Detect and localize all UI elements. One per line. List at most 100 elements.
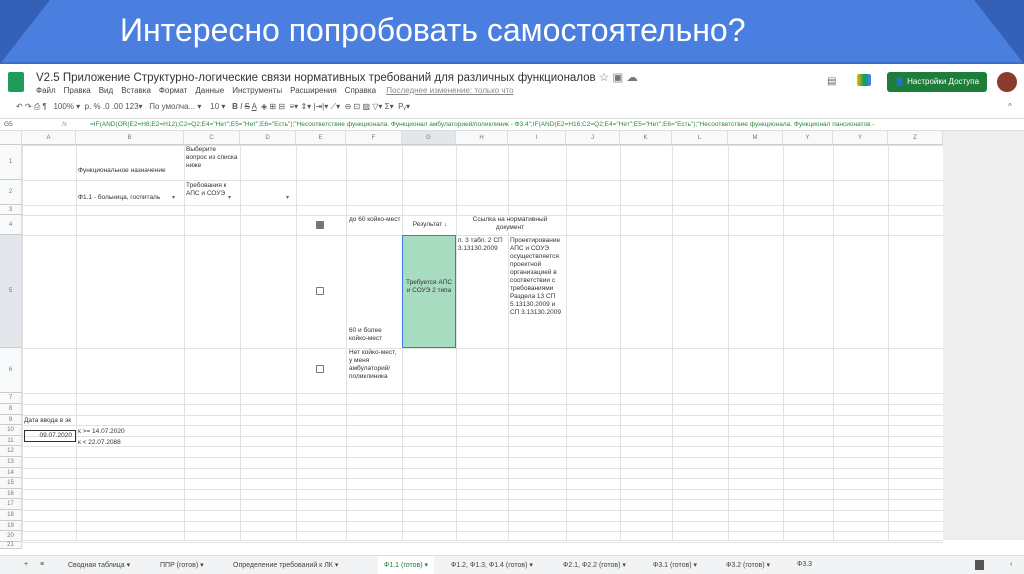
- column-header[interactable]: A: [22, 131, 76, 145]
- row-header[interactable]: 11: [0, 435, 22, 447]
- column-header[interactable]: Y: [833, 131, 888, 145]
- decrease-decimal-button[interactable]: .0: [103, 102, 110, 111]
- row-header[interactable]: 13: [0, 457, 22, 468]
- percent-button[interactable]: %: [94, 102, 101, 111]
- menu-format[interactable]: Формат: [159, 86, 187, 95]
- rotate-icon[interactable]: ⟋▾: [331, 102, 341, 111]
- add-sheet-icon[interactable]: +: [24, 561, 28, 568]
- sheet-tab[interactable]: Ф3.3: [797, 561, 812, 568]
- row-header[interactable]: 15: [0, 478, 22, 489]
- link-icon[interactable]: ⊖: [345, 102, 352, 111]
- last-edit-link[interactable]: Последнее изменение: только что: [386, 86, 513, 95]
- sheet-tab[interactable]: Определение требований к ЛК ▾: [233, 561, 338, 569]
- row-header[interactable]: 8: [0, 404, 22, 415]
- column-header[interactable]: K: [620, 131, 672, 145]
- all-sheets-icon[interactable]: ≡: [40, 561, 44, 568]
- row-header[interactable]: 19: [0, 520, 22, 532]
- undo-icon[interactable]: ↶: [16, 102, 23, 111]
- row-header[interactable]: 14: [0, 467, 22, 479]
- column-header[interactable]: C: [184, 131, 240, 145]
- wrap-icon[interactable]: |⇥|▾: [313, 102, 328, 111]
- column-header[interactable]: D: [240, 131, 296, 145]
- column-header[interactable]: L: [672, 131, 728, 145]
- print-icon[interactable]: ⎙: [34, 102, 40, 111]
- sheet-tab[interactable]: Ф3.2 (готов) ▾: [726, 561, 770, 569]
- borders-icon[interactable]: ⊞: [269, 102, 276, 111]
- row-header[interactable]: 1: [0, 145, 22, 180]
- menu-extensions[interactable]: Расширения: [290, 86, 337, 95]
- formula-bar[interactable]: G5 fx =IF(AND(OR(E2=H8;E2=H12);C2=Q2;E4=…: [0, 118, 1024, 131]
- sheet-tab[interactable]: Ф1.1 (готов) ▾: [378, 556, 435, 574]
- comments-icon[interactable]: ▤: [827, 76, 836, 87]
- menu-data[interactable]: Данные: [195, 86, 224, 95]
- checkbox[interactable]: [316, 365, 324, 373]
- avatar[interactable]: [997, 72, 1017, 92]
- row-header[interactable]: 2: [0, 180, 22, 205]
- column-header[interactable]: J: [566, 131, 620, 145]
- column-header[interactable]: E: [296, 131, 346, 145]
- menu-insert[interactable]: Вставка: [121, 86, 151, 95]
- column-header[interactable]: M: [728, 131, 783, 145]
- row-header[interactable]: 4: [0, 215, 22, 235]
- side-panel-icon[interactable]: ‹: [1010, 561, 1012, 568]
- comment-icon[interactable]: ⊡: [354, 102, 361, 111]
- sheet-tab[interactable]: ППР (готов) ▾: [160, 561, 204, 569]
- spreadsheet-grid[interactable]: A B C D E F G H I J K L M Y Y Z 1 2 3 4 5 6 7 8 9 10 11 12 13 14 15 16 1…: [0, 131, 944, 549]
- name-box[interactable]: G5: [4, 119, 13, 130]
- column-header[interactable]: I: [508, 131, 566, 145]
- menu-view[interactable]: Вид: [99, 86, 113, 95]
- collapse-toolbar-icon[interactable]: ^: [1008, 102, 1012, 111]
- sheet-tab[interactable]: Ф3.1 (готов) ▾: [653, 561, 697, 569]
- redo-icon[interactable]: ↷: [25, 102, 32, 111]
- row-header[interactable]: 16: [0, 488, 22, 500]
- currency-button[interactable]: р.: [85, 102, 92, 111]
- fill-color-icon[interactable]: ◈: [261, 102, 267, 111]
- dropdown-arrow-icon[interactable]: ▾: [228, 194, 231, 201]
- merge-icon[interactable]: ⊟: [278, 102, 285, 111]
- bold-icon[interactable]: B: [232, 102, 238, 111]
- input-tools-icon[interactable]: Pᵧ▾: [398, 102, 410, 111]
- checkbox-checked[interactable]: [316, 221, 324, 229]
- row-header[interactable]: 12: [0, 446, 22, 457]
- font-size-select[interactable]: 10: [210, 102, 219, 111]
- column-header[interactable]: B: [76, 131, 184, 145]
- menu-tools[interactable]: Инструменты: [232, 86, 282, 95]
- dropdown-arrow-icon[interactable]: ▾: [286, 194, 289, 201]
- row-header[interactable]: 9: [0, 414, 22, 426]
- filter-icon[interactable]: ▽▾: [372, 102, 382, 111]
- column-header[interactable]: F: [346, 131, 402, 145]
- column-header[interactable]: Y: [783, 131, 833, 145]
- select-all-corner[interactable]: [0, 131, 22, 145]
- increase-decimal-button[interactable]: .00: [112, 102, 123, 111]
- dropdown-arrow-icon[interactable]: ▾: [172, 194, 175, 201]
- text-color-icon[interactable]: A: [252, 102, 257, 111]
- row-header[interactable]: 6: [0, 348, 22, 393]
- column-header[interactable]: G: [402, 131, 456, 145]
- font-select[interactable]: По умолча...: [149, 102, 195, 111]
- row-header[interactable]: 20: [0, 531, 22, 542]
- sheet-tab[interactable]: Сводная таблица ▾: [68, 561, 130, 569]
- formula-input[interactable]: =IF(AND(OR(E2=H8;E2=H12);C2=Q2;E4="Нет";…: [90, 121, 875, 128]
- italic-icon[interactable]: I: [240, 102, 242, 111]
- column-header[interactable]: H: [456, 131, 508, 145]
- row-header[interactable]: 5: [0, 235, 22, 348]
- share-button[interactable]: 👤 Настройки Доступа: [887, 72, 987, 92]
- row-header[interactable]: 21: [0, 541, 22, 549]
- meet-icon[interactable]: [857, 74, 871, 86]
- zoom-select[interactable]: 100%: [53, 102, 73, 111]
- star-icon[interactable]: ☆ ▣ ☁: [599, 72, 638, 84]
- checkbox[interactable]: [316, 287, 324, 295]
- chart-icon[interactable]: ▨: [362, 102, 370, 111]
- row-header[interactable]: 10: [0, 425, 22, 436]
- valign-icon[interactable]: ⇕▾: [300, 102, 311, 111]
- functions-icon[interactable]: Σ▾: [385, 102, 394, 111]
- paint-format-icon[interactable]: ¶: [43, 102, 47, 111]
- row-header[interactable]: 18: [0, 510, 22, 521]
- document-title[interactable]: V2.5 Приложение Структурно-логические св…: [36, 70, 638, 84]
- align-icon[interactable]: ≡▾: [290, 102, 299, 111]
- menu-file[interactable]: Файл: [36, 86, 56, 95]
- row-header[interactable]: 3: [0, 205, 22, 215]
- row-header[interactable]: 7: [0, 393, 22, 404]
- column-header[interactable]: Z: [888, 131, 943, 145]
- sheet-tab[interactable]: Ф1.2, Ф1.3, Ф1.4 (готов) ▾: [451, 561, 533, 569]
